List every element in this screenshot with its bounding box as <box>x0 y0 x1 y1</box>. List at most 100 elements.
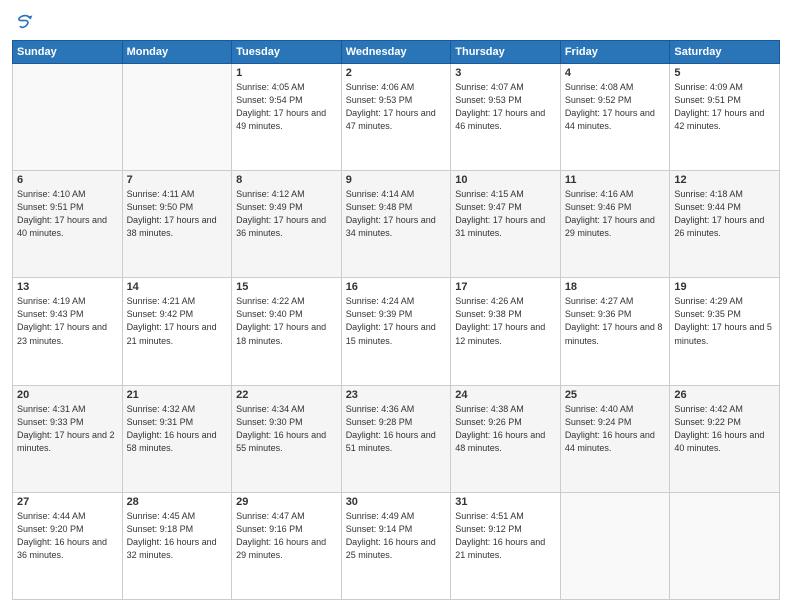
calendar-day-cell <box>560 492 670 599</box>
logo-bird-icon <box>14 12 34 32</box>
day-number: 8 <box>236 174 337 186</box>
page: SundayMondayTuesdayWednesdayThursdayFrid… <box>0 0 792 612</box>
day-number: 30 <box>346 496 447 508</box>
calendar-day-cell <box>122 64 232 171</box>
calendar-day-cell: 22 Sunrise: 4:34 AM Sunset: 9:30 PM Dayli… <box>232 385 342 492</box>
calendar-day-cell: 9 Sunrise: 4:14 AM Sunset: 9:48 PM Daylig… <box>341 171 451 278</box>
day-info: Sunrise: 4:11 AM Sunset: 9:50 PM Dayligh… <box>127 188 228 240</box>
day-info: Sunrise: 4:19 AM Sunset: 9:43 PM Dayligh… <box>17 295 118 347</box>
calendar-day-cell: 8 Sunrise: 4:12 AM Sunset: 9:49 PM Daylig… <box>232 171 342 278</box>
day-info: Sunrise: 4:27 AM Sunset: 9:36 PM Dayligh… <box>565 295 666 347</box>
day-number: 28 <box>127 496 228 508</box>
day-info: Sunrise: 4:07 AM Sunset: 9:53 PM Dayligh… <box>455 81 556 133</box>
calendar-day-cell: 3 Sunrise: 4:07 AM Sunset: 9:53 PM Daylig… <box>451 64 561 171</box>
calendar-week-row: 27 Sunrise: 4:44 AM Sunset: 9:20 PM Dayli… <box>13 492 780 599</box>
calendar-day-cell: 4 Sunrise: 4:08 AM Sunset: 9:52 PM Daylig… <box>560 64 670 171</box>
day-info: Sunrise: 4:18 AM Sunset: 9:44 PM Dayligh… <box>674 188 775 240</box>
day-number: 18 <box>565 281 666 293</box>
day-number: 9 <box>346 174 447 186</box>
calendar-day-cell: 28 Sunrise: 4:45 AM Sunset: 9:18 PM Dayli… <box>122 492 232 599</box>
calendar-day-cell: 13Sunrise: 4:19 AM Sunset: 9:43 PM Dayli… <box>13 278 123 385</box>
calendar-header-wednesday: Wednesday <box>341 41 451 64</box>
header <box>12 12 780 32</box>
calendar-header-sunday: Sunday <box>13 41 123 64</box>
calendar-day-cell: 5 Sunrise: 4:09 AM Sunset: 9:51 PM Daylig… <box>670 64 780 171</box>
calendar-header-saturday: Saturday <box>670 41 780 64</box>
calendar-week-row: 13Sunrise: 4:19 AM Sunset: 9:43 PM Dayli… <box>13 278 780 385</box>
calendar-week-row: 20 Sunrise: 4:31 AM Sunset: 9:33 PM Dayli… <box>13 385 780 492</box>
day-info: Sunrise: 4:10 AM Sunset: 9:51 PM Dayligh… <box>17 188 118 240</box>
day-info: Sunrise: 4:05 AM Sunset: 9:54 PM Dayligh… <box>236 81 337 133</box>
day-info: Sunrise: 4:09 AM Sunset: 9:51 PM Dayligh… <box>674 81 775 133</box>
calendar-day-cell: 17 Sunrise: 4:26 AM Sunset: 9:38 PM Dayli… <box>451 278 561 385</box>
calendar-day-cell <box>670 492 780 599</box>
day-info: Sunrise: 4:44 AM Sunset: 9:20 PM Dayligh… <box>17 510 118 562</box>
logo <box>12 12 34 32</box>
calendar-day-cell: 29 Sunrise: 4:47 AM Sunset: 9:16 PM Dayli… <box>232 492 342 599</box>
calendar-day-cell: 15Sunrise: 4:22 AM Sunset: 9:40 PM Dayli… <box>232 278 342 385</box>
calendar-header-thursday: Thursday <box>451 41 561 64</box>
day-info: Sunrise: 4:34 AM Sunset: 9:30 PM Dayligh… <box>236 403 337 455</box>
day-number: 22 <box>236 389 337 401</box>
day-info: Sunrise: 4:51 AM Sunset: 9:12 PM Dayligh… <box>455 510 556 562</box>
day-number: 15 <box>236 281 337 293</box>
calendar-day-cell: 20 Sunrise: 4:31 AM Sunset: 9:33 PM Dayli… <box>13 385 123 492</box>
calendar-day-cell: 1 Sunrise: 4:05 AM Sunset: 9:54 PM Daylig… <box>232 64 342 171</box>
calendar-day-cell: 11 Sunrise: 4:16 AM Sunset: 9:46 PM Dayli… <box>560 171 670 278</box>
day-number: 25 <box>565 389 666 401</box>
day-number: 19 <box>674 281 775 293</box>
calendar-day-cell: 27 Sunrise: 4:44 AM Sunset: 9:20 PM Dayli… <box>13 492 123 599</box>
day-number: 31 <box>455 496 556 508</box>
day-number: 5 <box>674 67 775 79</box>
calendar-week-row: 1 Sunrise: 4:05 AM Sunset: 9:54 PM Daylig… <box>13 64 780 171</box>
day-info: Sunrise: 4:32 AM Sunset: 9:31 PM Dayligh… <box>127 403 228 455</box>
day-info: Sunrise: 4:06 AM Sunset: 9:53 PM Dayligh… <box>346 81 447 133</box>
day-info: Sunrise: 4:21 AM Sunset: 9:42 PM Dayligh… <box>127 295 228 347</box>
day-number: 2 <box>346 67 447 79</box>
day-info: Sunrise: 4:08 AM Sunset: 9:52 PM Dayligh… <box>565 81 666 133</box>
day-info: Sunrise: 4:42 AM Sunset: 9:22 PM Dayligh… <box>674 403 775 455</box>
calendar-day-cell <box>13 64 123 171</box>
day-number: 20 <box>17 389 118 401</box>
calendar-day-cell: 25 Sunrise: 4:40 AM Sunset: 9:24 PM Dayli… <box>560 385 670 492</box>
calendar-day-cell: 12Sunrise: 4:18 AM Sunset: 9:44 PM Dayli… <box>670 171 780 278</box>
calendar-week-row: 6Sunrise: 4:10 AM Sunset: 9:51 PM Daylig… <box>13 171 780 278</box>
calendar-day-cell: 19 Sunrise: 4:29 AM Sunset: 9:35 PM Dayli… <box>670 278 780 385</box>
day-info: Sunrise: 4:26 AM Sunset: 9:38 PM Dayligh… <box>455 295 556 347</box>
day-number: 10 <box>455 174 556 186</box>
day-number: 14 <box>127 281 228 293</box>
calendar-day-cell: 10Sunrise: 4:15 AM Sunset: 9:47 PM Dayli… <box>451 171 561 278</box>
day-info: Sunrise: 4:29 AM Sunset: 9:35 PM Dayligh… <box>674 295 775 347</box>
calendar-day-cell: 14 Sunrise: 4:21 AM Sunset: 9:42 PM Dayli… <box>122 278 232 385</box>
calendar-header-monday: Monday <box>122 41 232 64</box>
day-info: Sunrise: 4:45 AM Sunset: 9:18 PM Dayligh… <box>127 510 228 562</box>
day-info: Sunrise: 4:24 AM Sunset: 9:39 PM Dayligh… <box>346 295 447 347</box>
day-number: 27 <box>17 496 118 508</box>
day-info: Sunrise: 4:16 AM Sunset: 9:46 PM Dayligh… <box>565 188 666 240</box>
day-number: 3 <box>455 67 556 79</box>
day-number: 17 <box>455 281 556 293</box>
calendar-day-cell: 26 Sunrise: 4:42 AM Sunset: 9:22 PM Dayli… <box>670 385 780 492</box>
day-number: 21 <box>127 389 228 401</box>
calendar-header-tuesday: Tuesday <box>232 41 342 64</box>
day-number: 7 <box>127 174 228 186</box>
day-number: 29 <box>236 496 337 508</box>
day-info: Sunrise: 4:14 AM Sunset: 9:48 PM Dayligh… <box>346 188 447 240</box>
calendar-header-row: SundayMondayTuesdayWednesdayThursdayFrid… <box>13 41 780 64</box>
calendar-day-cell: 7 Sunrise: 4:11 AM Sunset: 9:50 PM Daylig… <box>122 171 232 278</box>
day-number: 1 <box>236 67 337 79</box>
day-info: Sunrise: 4:49 AM Sunset: 9:14 PM Dayligh… <box>346 510 447 562</box>
day-info: Sunrise: 4:12 AM Sunset: 9:49 PM Dayligh… <box>236 188 337 240</box>
calendar-day-cell: 30 Sunrise: 4:49 AM Sunset: 9:14 PM Dayli… <box>341 492 451 599</box>
day-info: Sunrise: 4:31 AM Sunset: 9:33 PM Dayligh… <box>17 403 118 455</box>
day-info: Sunrise: 4:36 AM Sunset: 9:28 PM Dayligh… <box>346 403 447 455</box>
day-number: 23 <box>346 389 447 401</box>
calendar-day-cell: 6Sunrise: 4:10 AM Sunset: 9:51 PM Daylig… <box>13 171 123 278</box>
day-info: Sunrise: 4:47 AM Sunset: 9:16 PM Dayligh… <box>236 510 337 562</box>
calendar-table: SundayMondayTuesdayWednesdayThursdayFrid… <box>12 40 780 600</box>
day-number: 11 <box>565 174 666 186</box>
calendar-day-cell: 31 Sunrise: 4:51 AM Sunset: 9:12 PM Dayli… <box>451 492 561 599</box>
day-number: 26 <box>674 389 775 401</box>
day-info: Sunrise: 4:40 AM Sunset: 9:24 PM Dayligh… <box>565 403 666 455</box>
day-number: 4 <box>565 67 666 79</box>
